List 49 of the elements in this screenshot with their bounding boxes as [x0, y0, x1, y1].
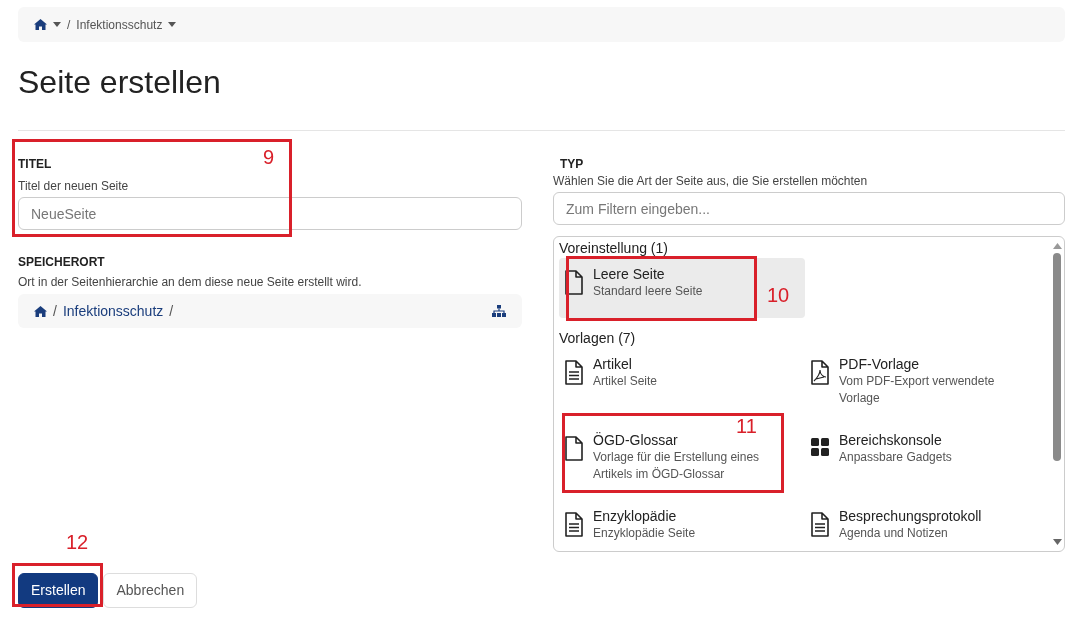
- home-icon[interactable]: [34, 19, 47, 30]
- template-description: Vom PDF-Export verwendete Vorlage: [839, 373, 996, 407]
- separator: /: [67, 16, 71, 34]
- template-name: Bereichskonsole: [839, 432, 943, 449]
- filter-input[interactable]: Zum Filtern eingeben...: [553, 192, 1065, 225]
- breadcrumb-link[interactable]: Infektionsschutz: [76, 15, 163, 34]
- document-icon: [811, 512, 829, 537]
- scrollbar-thumb[interactable]: [1053, 253, 1061, 461]
- hierarchy-icon[interactable]: [492, 305, 506, 317]
- template-name: ÖGD-Glossar: [593, 432, 679, 449]
- cancel-button[interactable]: Abbrechen: [103, 573, 198, 608]
- template-name: Enzyklopädie: [593, 508, 678, 525]
- annotation-number: 10: [767, 285, 790, 305]
- template-description: Agenda und Notizen: [839, 525, 949, 542]
- annotation-number: 9: [263, 147, 275, 167]
- group-heading: Vorlagen (7): [559, 330, 636, 346]
- pdf-document-icon: [811, 360, 829, 385]
- document-icon: [565, 512, 583, 537]
- field-label: TYP: [560, 156, 584, 172]
- page-title: Seite erstellen: [18, 63, 222, 102]
- caret-icon[interactable]: [53, 22, 61, 27]
- template-name: Artikel: [593, 356, 633, 373]
- template-description: Vorlage für die Erstellung eines Artikels im ÖGD-Glossar: [593, 449, 761, 483]
- template-description: Anpassbare Gadgets: [839, 449, 953, 466]
- group-heading: Voreinstellung (1): [559, 240, 668, 256]
- caret-icon[interactable]: [168, 22, 177, 27]
- template-name: Besprechungsprotokoll: [839, 508, 983, 525]
- blank-page-icon: [565, 270, 583, 295]
- home-icon[interactable]: [34, 305, 47, 317]
- template-description: Standard leere Seite: [593, 283, 704, 300]
- template-name: PDF-Vorlage: [839, 356, 921, 373]
- scroll-up-icon[interactable]: [1052, 243, 1062, 249]
- location-link[interactable]: Infektionsschutz: [62, 300, 164, 322]
- blank-page-icon: [565, 436, 583, 461]
- separator: /: [169, 301, 174, 321]
- field-label: SPEICHERORT: [18, 254, 105, 270]
- scroll-down-icon[interactable]: [1052, 539, 1062, 545]
- help-text: Titel der neuen Seite: [18, 178, 130, 194]
- help-text: Wählen Sie die Art der Seite aus, die Sie erstellen möchten: [553, 173, 869, 189]
- field-label: TITEL: [18, 156, 52, 172]
- help-text: Ort in der Seitenhierarchie an dem diese neue Seite erstellt wird.: [18, 274, 363, 290]
- template-description: Enzyklopädie Seite: [593, 525, 697, 542]
- separator: /: [53, 301, 57, 321]
- document-icon: [565, 360, 583, 385]
- title-input[interactable]: NeueSeite: [18, 197, 522, 230]
- template-description: Artikel Seite: [593, 373, 659, 390]
- template-name: Leere Seite: [593, 266, 666, 283]
- annotation-number: 12: [66, 532, 89, 552]
- create-button[interactable]: Erstellen: [18, 573, 99, 608]
